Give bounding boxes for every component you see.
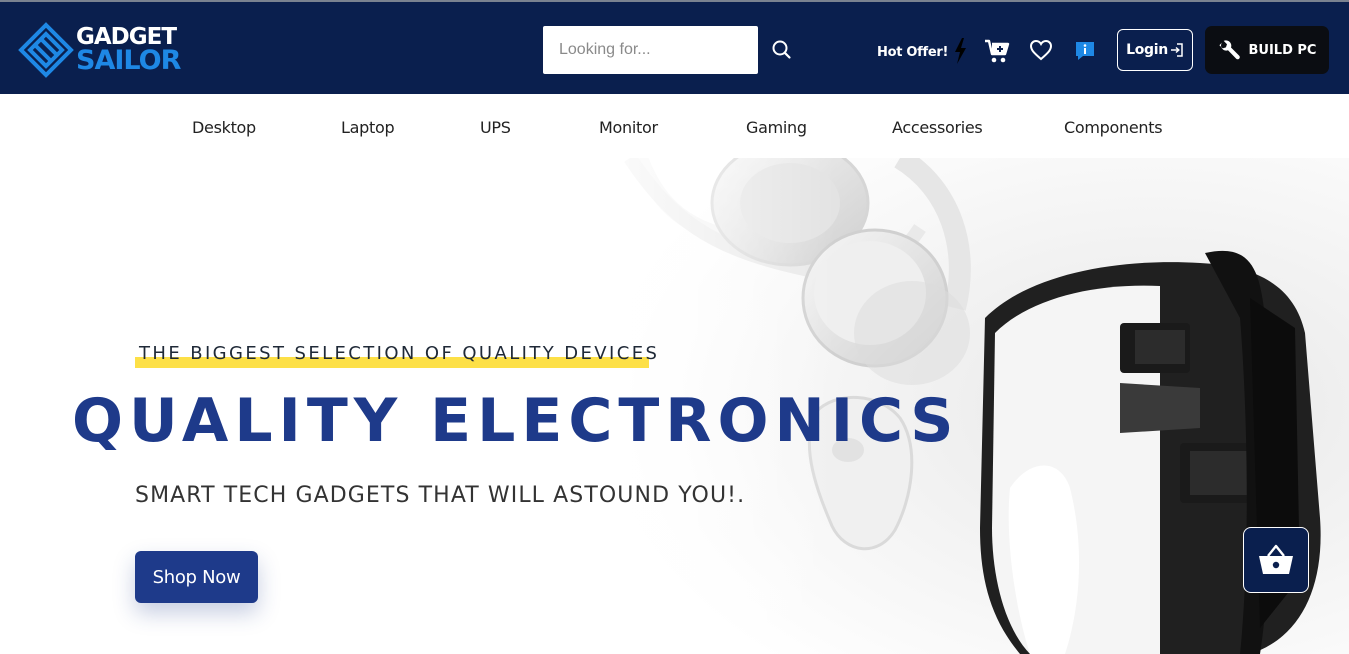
wishlist-button[interactable] [1029,39,1053,61]
nav-item-ups[interactable]: UPS [480,118,511,137]
search-input[interactable] [543,26,758,74]
top-header: GADGET SAILOR Hot Offer! [0,0,1349,94]
lightning-bolt-icon [955,38,967,64]
info-icon [1076,42,1094,60]
logo-mark-icon [18,22,74,78]
login-icon [1170,43,1183,57]
nav-item-gaming[interactable]: Gaming [746,118,807,137]
logo-text: GADGET SAILOR [76,25,181,76]
hero-subtitle: SMART TECH GADGETS THAT WILL ASTOUND YOU… [135,483,746,508]
heart-icon [1029,39,1053,61]
login-label: Login [1126,42,1168,58]
build-pc-label: BUILD PC [1248,42,1317,58]
hero-eyebrow: THE BIGGEST SELECTION OF QUALITY DEVICES [135,343,660,368]
nav-item-monitor[interactable]: Monitor [599,118,658,137]
floating-basket-button[interactable] [1243,527,1309,593]
login-button[interactable]: Login [1117,29,1193,71]
nav-item-laptop[interactable]: Laptop [341,118,395,137]
hot-offer-link[interactable]: Hot Offer! [877,38,968,64]
wrench-icon [1218,40,1240,60]
search-button[interactable] [768,35,796,65]
category-nav: Desktop Laptop UPS Monitor Gaming Access… [0,94,1349,158]
search-icon [772,40,791,59]
nav-item-components[interactable]: Components [1064,118,1163,137]
nav-item-desktop[interactable]: Desktop [192,118,256,137]
info-button[interactable] [1074,39,1096,61]
nav-item-accessories[interactable]: Accessories [892,118,983,137]
logo-line-sailor: SAILOR [76,45,181,76]
logo[interactable]: GADGET SAILOR [18,22,188,78]
build-pc-button[interactable]: BUILD PC [1205,26,1329,74]
cart-icon [985,39,1010,63]
hero-title: QUALITY ELECTRONICS [72,386,960,456]
hero-banner: THE BIGGEST SELECTION OF QUALITY DEVICES… [0,158,1349,654]
shop-now-button[interactable]: Shop Now [135,551,258,603]
basket-icon [1259,544,1293,574]
cart-button[interactable] [984,38,1010,64]
hero-eyebrow-text: THE BIGGEST SELECTION OF QUALITY DEVICES [139,343,660,364]
hot-offer-label: Hot Offer! [877,44,949,60]
shop-now-label: Shop Now [152,566,241,588]
